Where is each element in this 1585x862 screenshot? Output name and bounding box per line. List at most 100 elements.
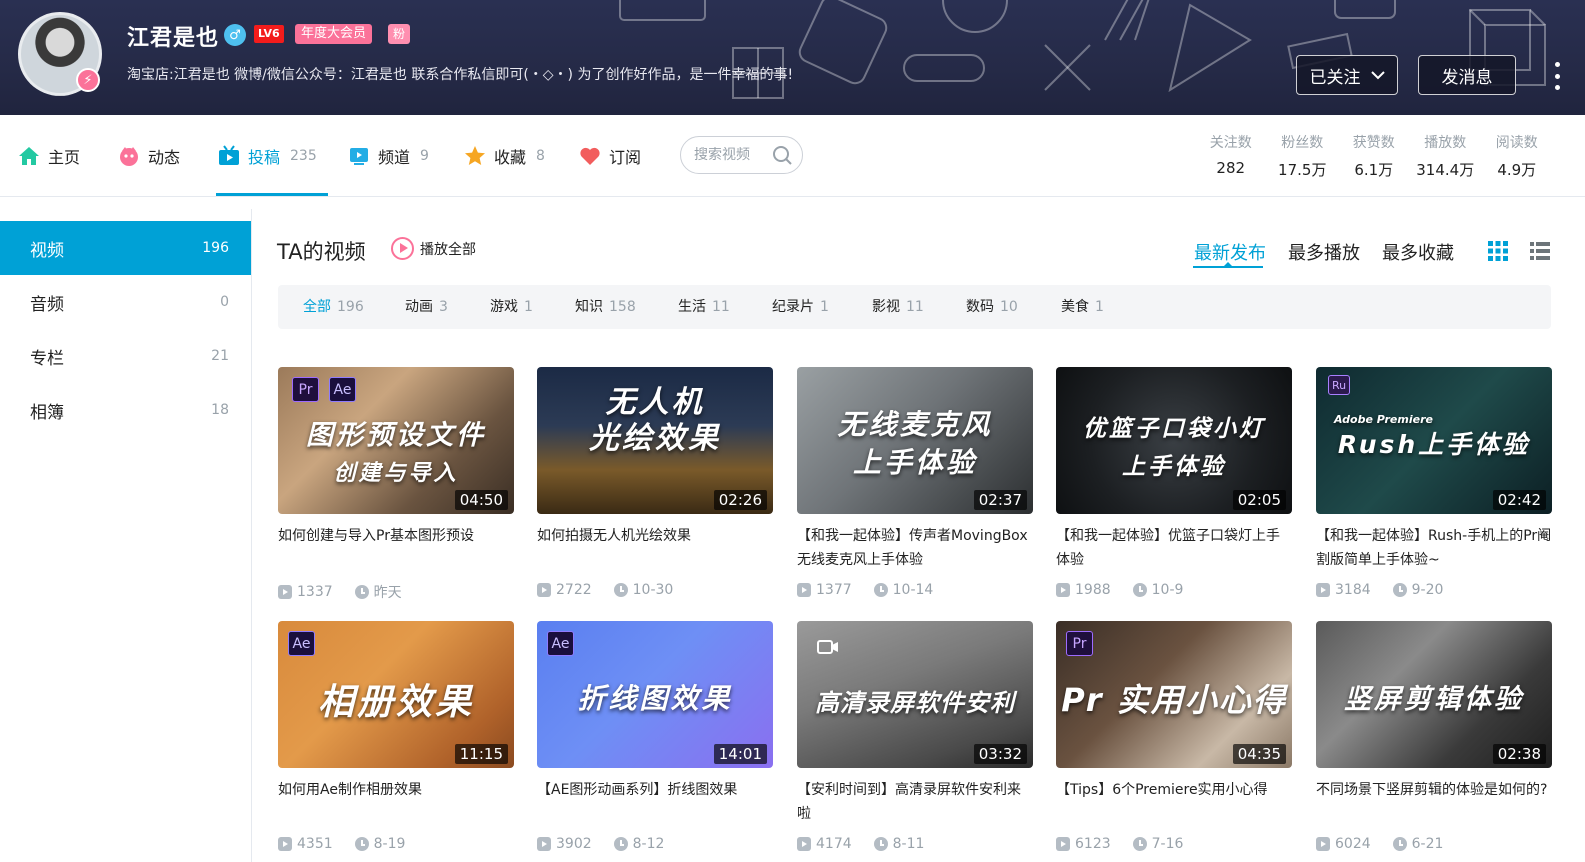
sort-most-played[interactable]: 最多播放	[1288, 239, 1360, 265]
filter-count: 11	[906, 299, 924, 315]
channel-icon	[350, 148, 368, 165]
video-title[interactable]: 如何拍摄无人机光绘效果	[537, 524, 773, 572]
video-meta: 6123 7-16	[1056, 836, 1292, 852]
video-card[interactable]: 无人机 光绘效果 02:26 如何拍摄无人机光绘效果 2722 10-30	[537, 367, 773, 598]
video-thumbnail[interactable]: 优篮子口袋小灯 上手体验 02:05	[1056, 367, 1292, 514]
filter-label: 生活	[678, 299, 706, 315]
sidebar-item-articles[interactable]: 专栏 21	[0, 329, 251, 383]
video-thumbnail[interactable]: 高清录屏软件安利 03:32	[797, 621, 1033, 768]
tab-dynamic-label: 动态	[148, 148, 181, 167]
video-thumbnail[interactable]: 无线麦克风 上手体验 02:37	[797, 367, 1033, 514]
video-duration: 02:26	[713, 490, 767, 510]
chevron-down-icon	[1370, 71, 1385, 80]
user-signature: 淘宝店:江君是也 微博/微信公众号：江君是也 联系合作私信即可(・◇・) 为了创…	[127, 67, 794, 83]
video-thumbnail[interactable]: Ru Adobe Premiere Rush上手体验 02:42	[1316, 367, 1552, 514]
tab-subscriptions[interactable]: 订阅	[579, 115, 641, 197]
filter-life[interactable]: 生活 11	[678, 285, 730, 329]
sort-most-favorited[interactable]: 最多收藏	[1382, 239, 1454, 265]
filter-all[interactable]: 全部 196	[303, 285, 364, 329]
list-view-icon[interactable]	[1530, 241, 1550, 261]
sidebar-item-video[interactable]: 视频 196	[0, 221, 251, 275]
video-card[interactable]: 无线麦克风 上手体验 02:37 【和我一起体验】传声者MovingBox无线麦…	[797, 367, 1033, 598]
video-card[interactable]: Ru Adobe Premiere Rush上手体验 02:42 【和我一起体验…	[1316, 367, 1552, 598]
video-thumbnail[interactable]: Ae 相册效果 11:15	[278, 621, 514, 768]
play-count-icon	[797, 837, 811, 851]
sidebar-item-count: 18	[211, 402, 229, 418]
play-all-button[interactable]: 播放全部	[391, 237, 476, 260]
video-card[interactable]: Ae 折线图效果 14:01 【AE图形动画系列】折线图效果 3902 8-12	[537, 621, 773, 852]
play-count: 6024	[1335, 836, 1371, 852]
sidebar-item-audio[interactable]: 音频 0	[0, 275, 251, 329]
video-title[interactable]: 【和我一起体验】Rush-手机上的Pr阉割版简单上手体验~	[1316, 524, 1552, 572]
video-meta: 6024 6-21	[1316, 836, 1552, 852]
video-title[interactable]: 【和我一起体验】优篮子口袋灯上手体验	[1056, 524, 1292, 572]
stat-followers-label: 粉丝数	[1281, 135, 1324, 151]
tab-uploads[interactable]: 投稿 235	[218, 115, 317, 197]
thumbnail-caption: 竖屏剪辑体验	[1344, 684, 1524, 715]
profile-navbar: 主页 动态 投稿 235 频道 9 收藏 8 订阅 关注数 282 粉丝数 17.5…	[0, 115, 1585, 197]
video-title[interactable]: 【AE图形动画系列】折线图效果	[537, 778, 773, 826]
video-card[interactable]: 优篮子口袋小灯 上手体验 02:05 【和我一起体验】优篮子口袋灯上手体验 19…	[1056, 367, 1292, 598]
video-title[interactable]: 【安利时间到】高清录屏软件安利来啦	[797, 778, 1033, 826]
filter-animation[interactable]: 动画 3	[405, 285, 448, 329]
sidebar-item-count: 0	[220, 294, 229, 310]
search-icon[interactable]	[772, 145, 792, 165]
clock-icon	[873, 837, 888, 851]
filter-film[interactable]: 影视 11	[872, 285, 924, 329]
video-search-box[interactable]	[680, 136, 803, 174]
video-thumbnail[interactable]: 无人机 光绘效果 02:26	[537, 367, 773, 514]
tab-channel[interactable]: 频道 9	[348, 115, 429, 197]
filter-games[interactable]: 游戏 1	[490, 285, 533, 329]
filter-knowledge[interactable]: 知识 158	[575, 285, 636, 329]
play-count-icon	[537, 583, 551, 597]
video-search-input[interactable]	[694, 147, 766, 163]
video-title[interactable]: 【Tips】6个Premiere实用小心得	[1056, 778, 1292, 826]
play-count: 4174	[816, 836, 852, 852]
video-thumbnail[interactable]: Ae 折线图效果 14:01	[537, 621, 773, 768]
stat-reads-label: 阅读数	[1495, 135, 1538, 151]
thumbnail-subcaption: 创建与导入	[333, 461, 459, 486]
video-title[interactable]: 不同场景下竖屏剪辑的体验是如何的?	[1316, 778, 1552, 826]
play-count: 3184	[1335, 582, 1371, 598]
section-title: TA的视频	[277, 240, 366, 264]
video-card[interactable]: 高清录屏软件安利 03:32 【安利时间到】高清录屏软件安利来啦 4174 8-…	[797, 621, 1033, 852]
star-icon	[465, 146, 485, 165]
tab-uploads-count: 235	[290, 148, 317, 164]
video-title[interactable]: 【和我一起体验】传声者MovingBox无线麦克风上手体验	[797, 524, 1033, 572]
more-options-icon[interactable]	[1550, 62, 1564, 90]
clock-icon	[354, 837, 369, 851]
filter-digital[interactable]: 数码 10	[966, 285, 1018, 329]
vip-badge[interactable]: 年度大会员	[295, 24, 373, 44]
video-thumbnail[interactable]: Pr Pr 实用小心得 04:35	[1056, 621, 1292, 768]
sidebar-item-label: 音频	[30, 294, 64, 315]
male-gender-icon: ♂	[224, 24, 246, 46]
video-title[interactable]: 如何创建与导入Pr基本图形预设	[278, 524, 514, 572]
stat-likes-value: 6.1万	[1354, 161, 1394, 179]
grid-view-icon[interactable]	[1488, 241, 1508, 261]
video-card[interactable]: Pr Ae 图形预设文件 创建与导入 04:50 如何创建与导入Pr基本图形预设…	[278, 367, 514, 602]
video-meta: 4351 8-19	[278, 836, 514, 852]
filter-documentary[interactable]: 纪录片 1	[772, 285, 829, 329]
video-title[interactable]: 如何用Ae制作相册效果	[278, 778, 514, 826]
video-thumbnail[interactable]: Pr Ae 图形预设文件 创建与导入 04:50	[278, 367, 514, 514]
stat-followers[interactable]: 粉丝数 17.5万	[1267, 132, 1339, 180]
publish-date: 10-14	[892, 582, 934, 598]
sidebar-item-albums[interactable]: 相簿 18	[0, 383, 251, 437]
tab-dynamic[interactable]: 动态	[118, 115, 180, 197]
clock-icon	[1132, 583, 1147, 597]
filter-food[interactable]: 美食 1	[1061, 285, 1104, 329]
video-card[interactable]: 竖屏剪辑体验 02:38 不同场景下竖屏剪辑的体验是如何的? 6024 6-21	[1316, 621, 1552, 852]
followed-button[interactable]: 已关注	[1296, 55, 1398, 95]
tab-home[interactable]: 主页	[18, 115, 80, 197]
clock-icon	[354, 585, 369, 599]
sort-active-caret	[1224, 262, 1232, 266]
video-card[interactable]: Ae 相册效果 11:15 如何用Ae制作相册效果 4351 8-19	[278, 621, 514, 852]
thumbnail-caption: 折线图效果	[577, 682, 733, 715]
stat-reads-value: 4.9万	[1497, 161, 1537, 179]
send-message-button[interactable]: 发消息	[1418, 55, 1516, 95]
tab-favorites[interactable]: 收藏 8	[464, 115, 545, 197]
username[interactable]: 江君是也	[127, 20, 219, 52]
video-card[interactable]: Pr Pr 实用小心得 04:35 【Tips】6个Premiere实用小心得 …	[1056, 621, 1292, 852]
video-thumbnail[interactable]: 竖屏剪辑体验 02:38	[1316, 621, 1552, 768]
stat-following[interactable]: 关注数 282	[1195, 132, 1267, 180]
